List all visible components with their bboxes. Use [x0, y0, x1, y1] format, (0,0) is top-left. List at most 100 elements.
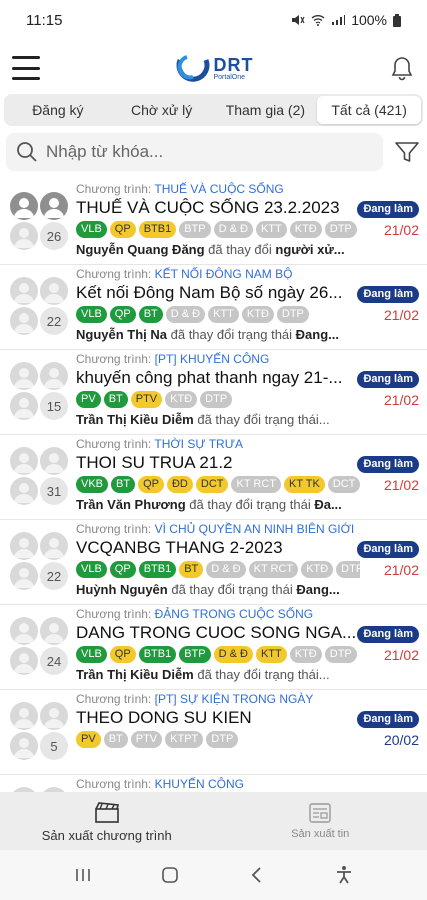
avatar	[10, 477, 38, 505]
list-item[interactable]: 5 Chương trình: [PT] SỰ KIỆN TRONG NGÀY …	[0, 690, 427, 775]
tab-tat-ca[interactable]: Tất cả (421)	[317, 96, 421, 124]
back-button[interactable]	[245, 863, 269, 887]
role-tag: DTP	[206, 731, 239, 748]
role-tag: KTT	[208, 306, 239, 323]
avatar	[10, 362, 38, 390]
recents-button[interactable]	[71, 863, 95, 887]
home-button[interactable]	[158, 863, 182, 887]
item-date: 20/02	[383, 732, 419, 748]
program-line: Chương trình: ĐẢNG TRONG CUỘC SỐNG	[76, 607, 419, 622]
participant-avatars: 22	[10, 277, 68, 335]
list-item[interactable]: 31 Chương trình: THỜI SỰ TRƯA THOI SU TR…	[0, 435, 427, 520]
filter-icon[interactable]	[393, 138, 421, 166]
battery-icon	[393, 13, 401, 27]
activity-line: Nguyễn Quang Đăng đã thay đổi người xử..…	[76, 242, 376, 258]
clapperboard-icon	[94, 801, 119, 823]
program-line: Chương trình: [PT] SỰ KIỆN TRONG NGÀY	[76, 692, 419, 707]
role-tag: PTV	[130, 731, 163, 748]
role-tag: DCT	[327, 476, 360, 493]
wifi-icon	[311, 15, 325, 26]
role-tag: KTĐ	[165, 391, 198, 408]
recents-icon	[76, 869, 91, 881]
program-prefix: Chương trình:	[76, 522, 155, 536]
program-link[interactable]: [PT] SỰ KIỆN TRONG NGÀY	[155, 692, 314, 706]
activity-action: đã thay đổi trạng thái...	[193, 412, 330, 427]
list-item[interactable]: 24 Chương trình: ĐẢNG TRONG CUỘC SỐNG DA…	[0, 605, 427, 690]
tab-dang-ky[interactable]: Đăng ký	[6, 96, 110, 124]
item-date: 21/02	[383, 477, 419, 493]
program-link[interactable]: KẾT NỐI ĐÔNG NAM BỘ	[155, 267, 293, 281]
menu-button[interactable]	[12, 56, 40, 80]
role-tag: DTP	[324, 646, 357, 663]
program-link[interactable]: KHUYẾN CÔNG	[155, 777, 244, 791]
signal-icon	[332, 15, 346, 25]
role-tag: BTB1	[138, 221, 177, 238]
status-badge: Đang làm	[357, 286, 419, 303]
participant-count: 22	[40, 307, 68, 335]
participant-avatars: 5	[10, 702, 68, 760]
program-link[interactable]: THỜI SỰ TRƯA	[154, 437, 243, 451]
role-tags: VLB QP BTB1 BTP D & Đ KTT KTĐ DTP	[76, 221, 360, 238]
program-link[interactable]: THUẾ VÀ CUỘC SỐNG	[154, 182, 283, 196]
accessibility-button[interactable]	[332, 863, 356, 887]
role-tag: VLB	[76, 561, 107, 578]
list-item[interactable]: 26 Chương trình: THUẾ VÀ CUỘC SỐNG THUẾ …	[0, 180, 427, 265]
status-bar: 11:15 100%	[0, 0, 427, 40]
avatar	[10, 192, 38, 220]
nav-label: Sản xuất tin	[291, 828, 350, 840]
program-prefix: Chương trình:	[76, 437, 155, 451]
activity-user: Nguyễn Thị Na	[76, 327, 168, 342]
program-prefix: Chương trình:	[76, 692, 155, 706]
role-tag: VLB	[76, 646, 107, 663]
avatar	[40, 447, 68, 475]
participant-avatars: 31	[10, 447, 68, 505]
role-tag: KT TK	[284, 476, 325, 493]
battery-text: 100%	[351, 12, 387, 28]
role-tag: VLB	[76, 306, 107, 323]
program-link[interactable]: VÌ CHỦ QUYỀN AN NINH BIÊN GIỚI	[155, 522, 355, 536]
role-tag: KTĐ	[289, 221, 322, 238]
list-item[interactable]: Chương trình: KHUYẾN CÔNG khuyến công 21…	[0, 775, 427, 792]
activity-action: đã thay đổi trạng thái	[185, 497, 315, 512]
role-tag: QP	[138, 476, 164, 493]
role-tag: VKB	[76, 476, 109, 493]
search-input[interactable]	[46, 142, 373, 162]
activity-target: Đa...	[314, 497, 342, 512]
program-line: Chương trình: THỜI SỰ TRƯA	[76, 437, 419, 452]
activity-user: Trần Văn Phương	[76, 497, 186, 512]
status-badge: Đang làm	[357, 626, 419, 643]
list-item[interactable]: 22 Chương trình: VÌ CHỦ QUYỀN AN NINH BI…	[0, 520, 427, 605]
role-tags: PV BT PTV KTĐ DTP	[76, 391, 360, 408]
role-tag: BT	[111, 476, 136, 493]
avatar	[40, 532, 68, 560]
program-line: Chương trình: KẾT NỐI ĐÔNG NAM BỘ	[76, 267, 419, 282]
drt-logo-icon	[176, 55, 209, 82]
program-link[interactable]: ĐẢNG TRONG CUỘC SỐNG	[155, 607, 313, 621]
participant-count: 22	[40, 562, 68, 590]
status-icons: 100%	[291, 12, 401, 28]
role-tag: DTP	[200, 391, 233, 408]
program-prefix: Chương trình:	[76, 777, 155, 791]
tab-cho-xu-ly[interactable]: Chờ xử lý	[110, 96, 214, 124]
status-badge: Đang làm	[357, 371, 419, 388]
item-date: 21/02	[383, 392, 419, 408]
role-tag: ĐD	[166, 476, 193, 493]
tab-tham-gia[interactable]: Tham gia (2)	[214, 96, 318, 124]
role-tag: BTP	[179, 646, 211, 663]
participant-count: 15	[40, 392, 68, 420]
status-badge: Đang làm	[357, 711, 419, 728]
bell-icon[interactable]	[389, 55, 415, 81]
participant-avatars: 24	[10, 617, 68, 675]
role-tag: QP	[109, 646, 136, 663]
item-date: 21/02	[383, 222, 419, 238]
role-tag: KTĐ	[301, 561, 334, 578]
search-icon	[17, 142, 37, 162]
item-date: 21/02	[383, 647, 419, 663]
program-link[interactable]: [PT] KHUYẾN CÔNG	[155, 352, 270, 366]
app-logo: DRT PortalOne	[176, 51, 254, 85]
list-item[interactable]: 15 Chương trình: [PT] KHUYẾN CÔNG khuyến…	[0, 350, 427, 435]
activity-action: đã thay đổi trạng thái	[167, 582, 297, 597]
list-item[interactable]: 22 Chương trình: KẾT NỐI ĐÔNG NAM BỘ Kết…	[0, 265, 427, 350]
nav-san-xuat-tin[interactable]: Sản xuất tin	[214, 792, 427, 850]
nav-san-xuat-chuong-trinh[interactable]: Sản xuất chương trình	[0, 792, 214, 850]
